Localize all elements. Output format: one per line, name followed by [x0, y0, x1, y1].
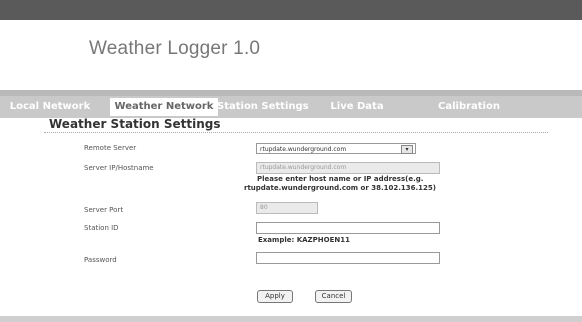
- server-hostname-field: rtupdate.wunderground.com: [256, 162, 440, 174]
- password-label: Password: [84, 256, 117, 264]
- remote-server-select[interactable]: rtupdate.wunderground.com ▾: [256, 143, 416, 154]
- server-hostname-label: Server IP/Hostname: [84, 164, 154, 172]
- server-port-field: 80: [256, 202, 318, 214]
- server-hostname-hint-line1: Please enter host name or IP address(e.g…: [257, 175, 424, 183]
- station-id-field[interactable]: [256, 222, 440, 234]
- tab-local-network[interactable]: Local Network: [0, 98, 100, 116]
- cancel-button[interactable]: Cancel: [315, 290, 352, 303]
- password-field[interactable]: [256, 252, 440, 264]
- remote-server-label: Remote Server: [84, 144, 137, 152]
- tab-station-settings[interactable]: Station Settings: [213, 98, 309, 116]
- tab-weather-network[interactable]: Weather Network: [110, 98, 218, 116]
- top-bar: [0, 0, 582, 20]
- chevron-down-icon[interactable]: ▾: [401, 145, 413, 154]
- server-hostname-hint-line2: rtupdate.wunderground.com or 38.102.136.…: [244, 184, 436, 192]
- bottom-bar: [0, 316, 582, 322]
- station-id-label: Station ID: [84, 224, 119, 232]
- app-title: Weather Logger 1.0: [89, 38, 261, 59]
- tab-live-data[interactable]: Live Data: [320, 98, 394, 116]
- apply-button[interactable]: Apply: [257, 290, 293, 303]
- server-port-label: Server Port: [84, 206, 124, 214]
- tab-calibration[interactable]: Calibration: [430, 98, 508, 116]
- tab-bar: Local Network Weather Network Station Se…: [0, 90, 582, 118]
- remote-server-value: rtupdate.wunderground.com: [260, 146, 347, 153]
- section-divider: [44, 132, 548, 133]
- section-title: Weather Station Settings: [49, 117, 221, 131]
- station-id-hint: Example: KAZPHOEN11: [258, 236, 350, 244]
